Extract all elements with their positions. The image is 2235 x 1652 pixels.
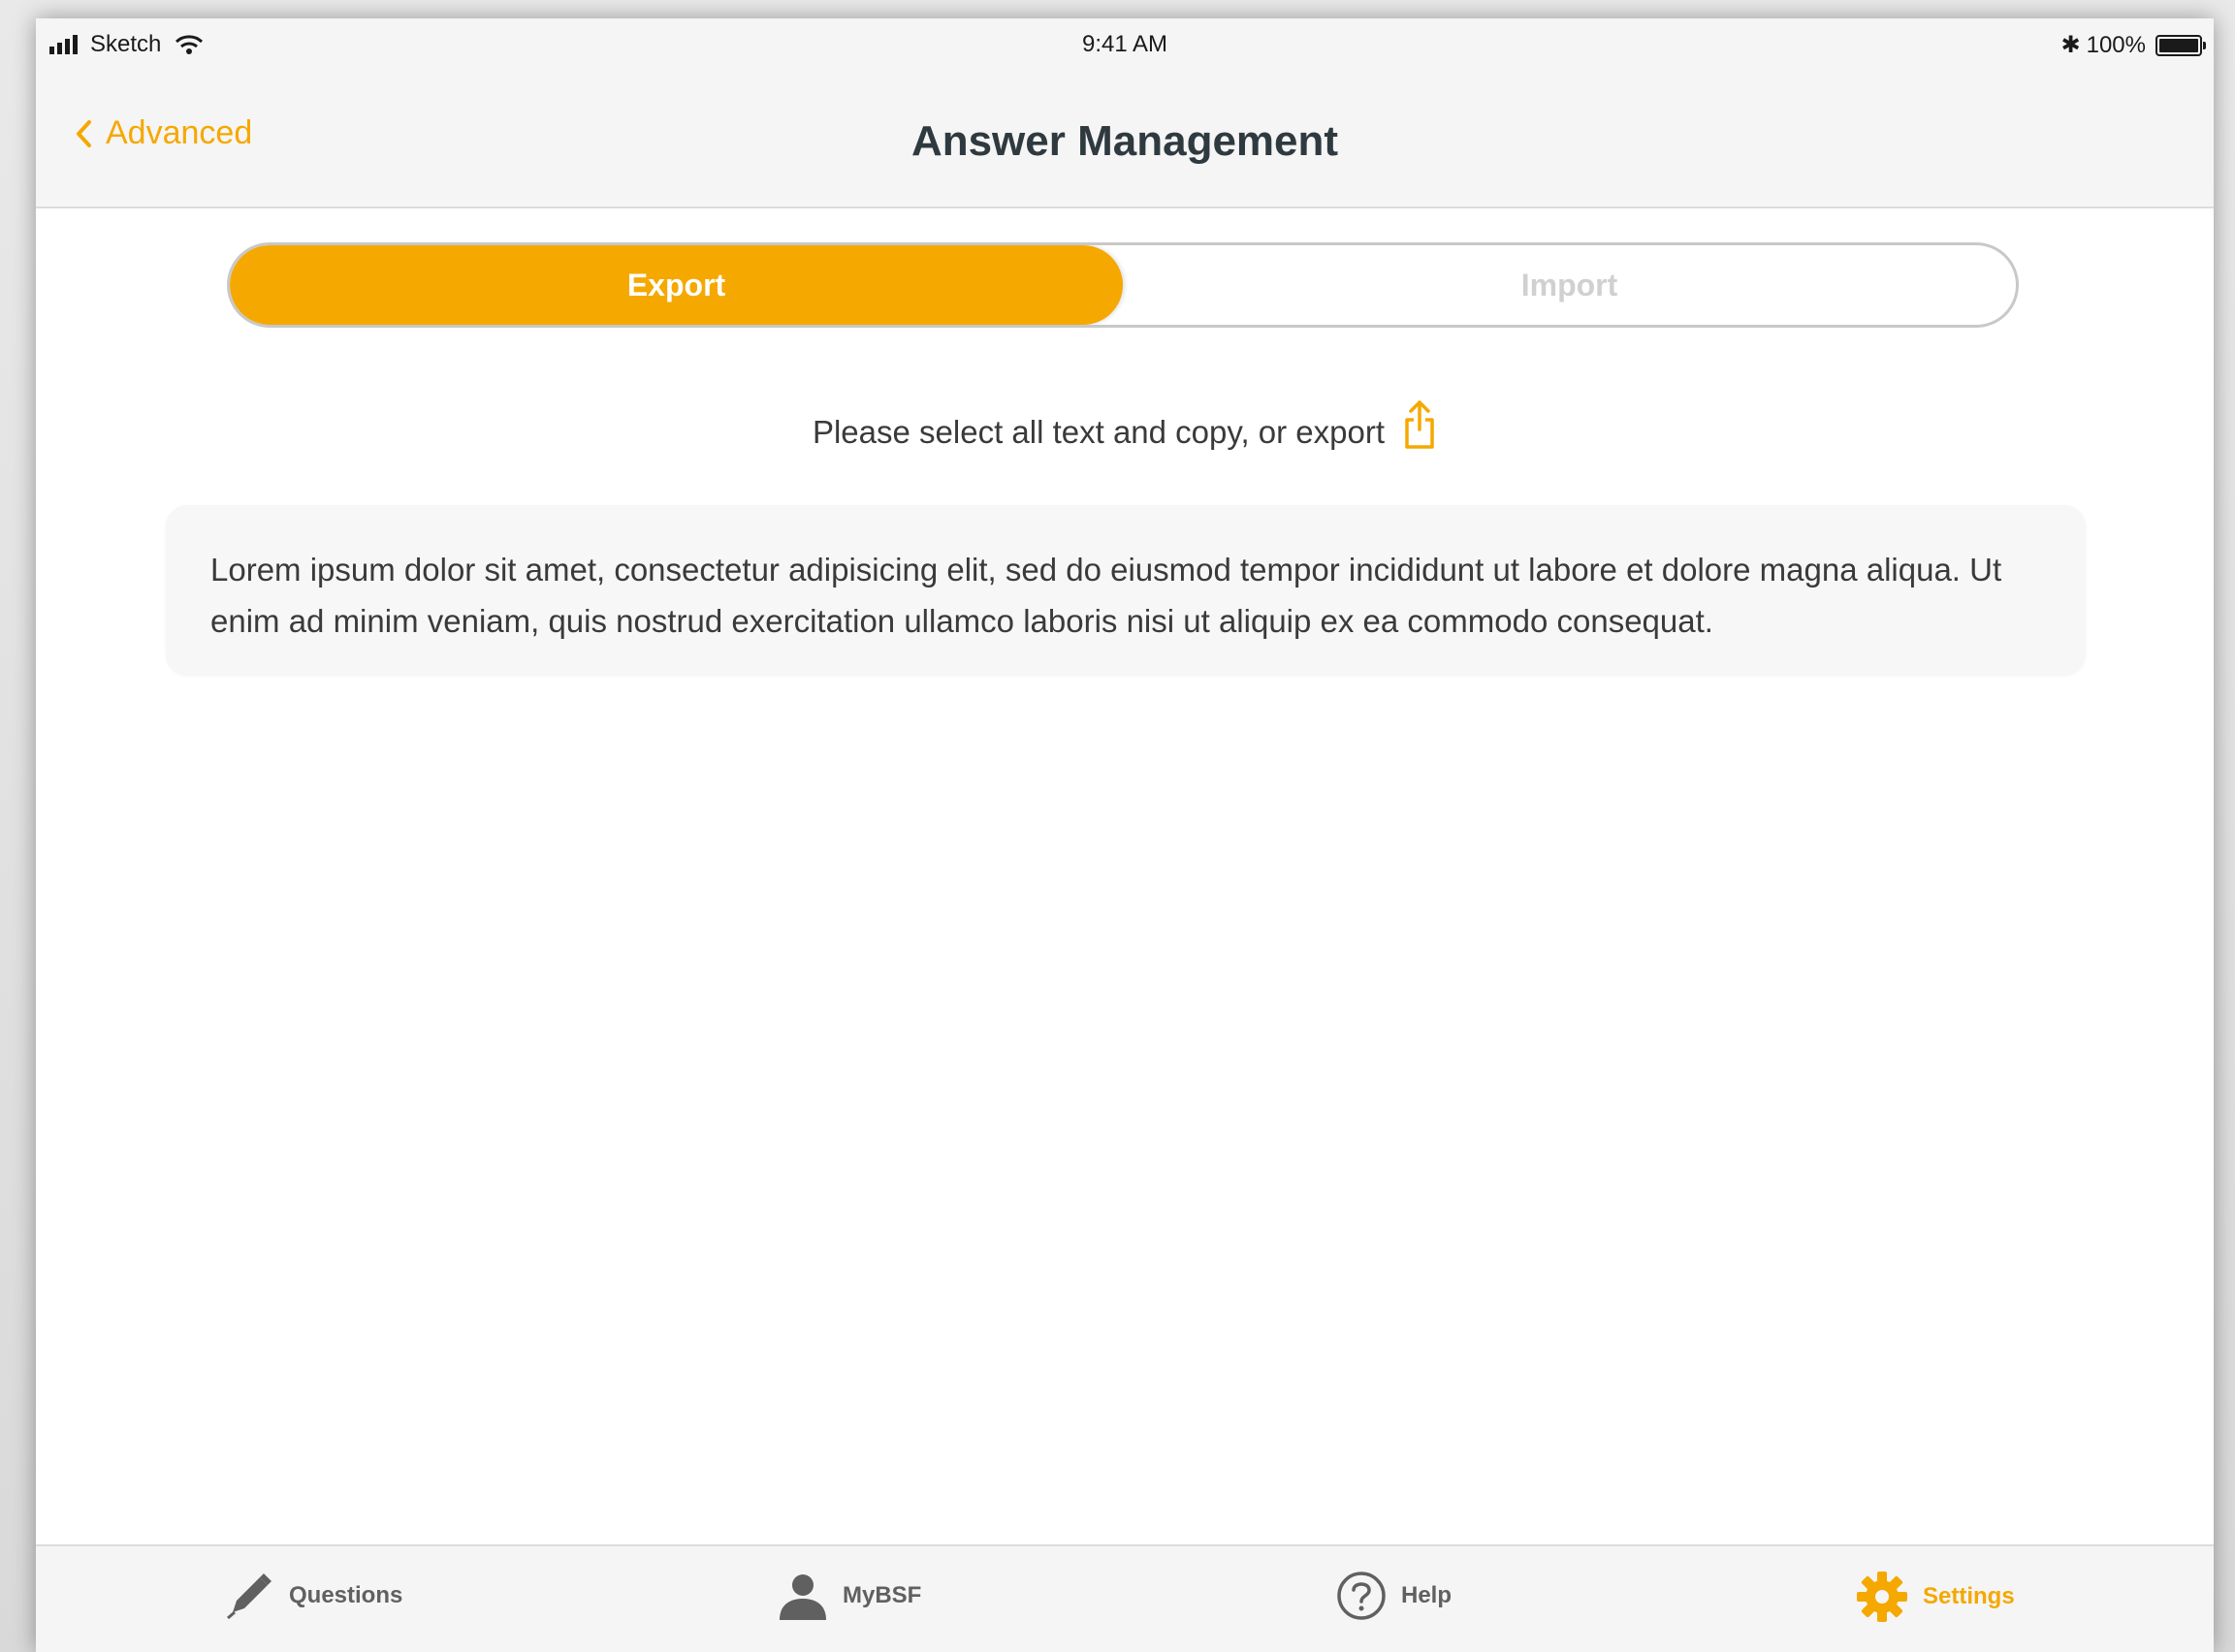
bluetooth-icon: ✱ [2060,32,2081,58]
status-bar: Sketch 9:41 AM ✱ 100% [36,18,2214,71]
battery-percent: 100% [2086,31,2146,58]
tab-help-label: Help [1401,1582,1453,1608]
ipad-screen: Sketch 9:41 AM ✱ 100% Advanced Answer Ma… [36,18,2214,1652]
navigation-bar: Advanced Answer Management [36,71,2214,208]
status-right: ✱ 100% [2060,31,2206,59]
status-time: 9:41 AM [1081,31,1168,57]
tab-questions-label: Questions [289,1582,403,1608]
export-text[interactable]: Lorem ipsum dolor sit amet, consectetur … [210,544,2041,647]
help-icon [1337,1572,1386,1620]
tab-questions[interactable]: Questions [223,1570,402,1622]
export-text-card[interactable]: Lorem ipsum dolor sit amet, consectetur … [166,505,2086,675]
segment-import[interactable]: Import [1123,245,2016,325]
instruction-text: Please select all text and copy, or expo… [812,414,1386,450]
tab-help[interactable]: Help [1335,1570,1452,1622]
tab-mybsf[interactable]: MyBSF [777,1570,921,1622]
instruction-row: Please select all text and copy, or expo… [36,398,2214,451]
segment-export[interactable]: Export [230,245,1123,325]
pencil-icon [227,1573,271,1620]
tab-bar: Questions MyBSF Help Settings [36,1544,2214,1652]
tab-settings-label: Settings [1923,1583,2015,1609]
battery-icon [2155,34,2206,56]
battery-fill [2159,38,2198,52]
tab-mybsf-label: MyBSF [843,1582,922,1608]
share-icon[interactable] [1402,398,1437,451]
tab-settings[interactable]: Settings [1855,1570,2015,1624]
page-title: Answer Management [910,117,1339,165]
person-icon [780,1574,826,1620]
export-import-segment: Export Import [227,242,2019,328]
gear-icon [1857,1572,1907,1622]
